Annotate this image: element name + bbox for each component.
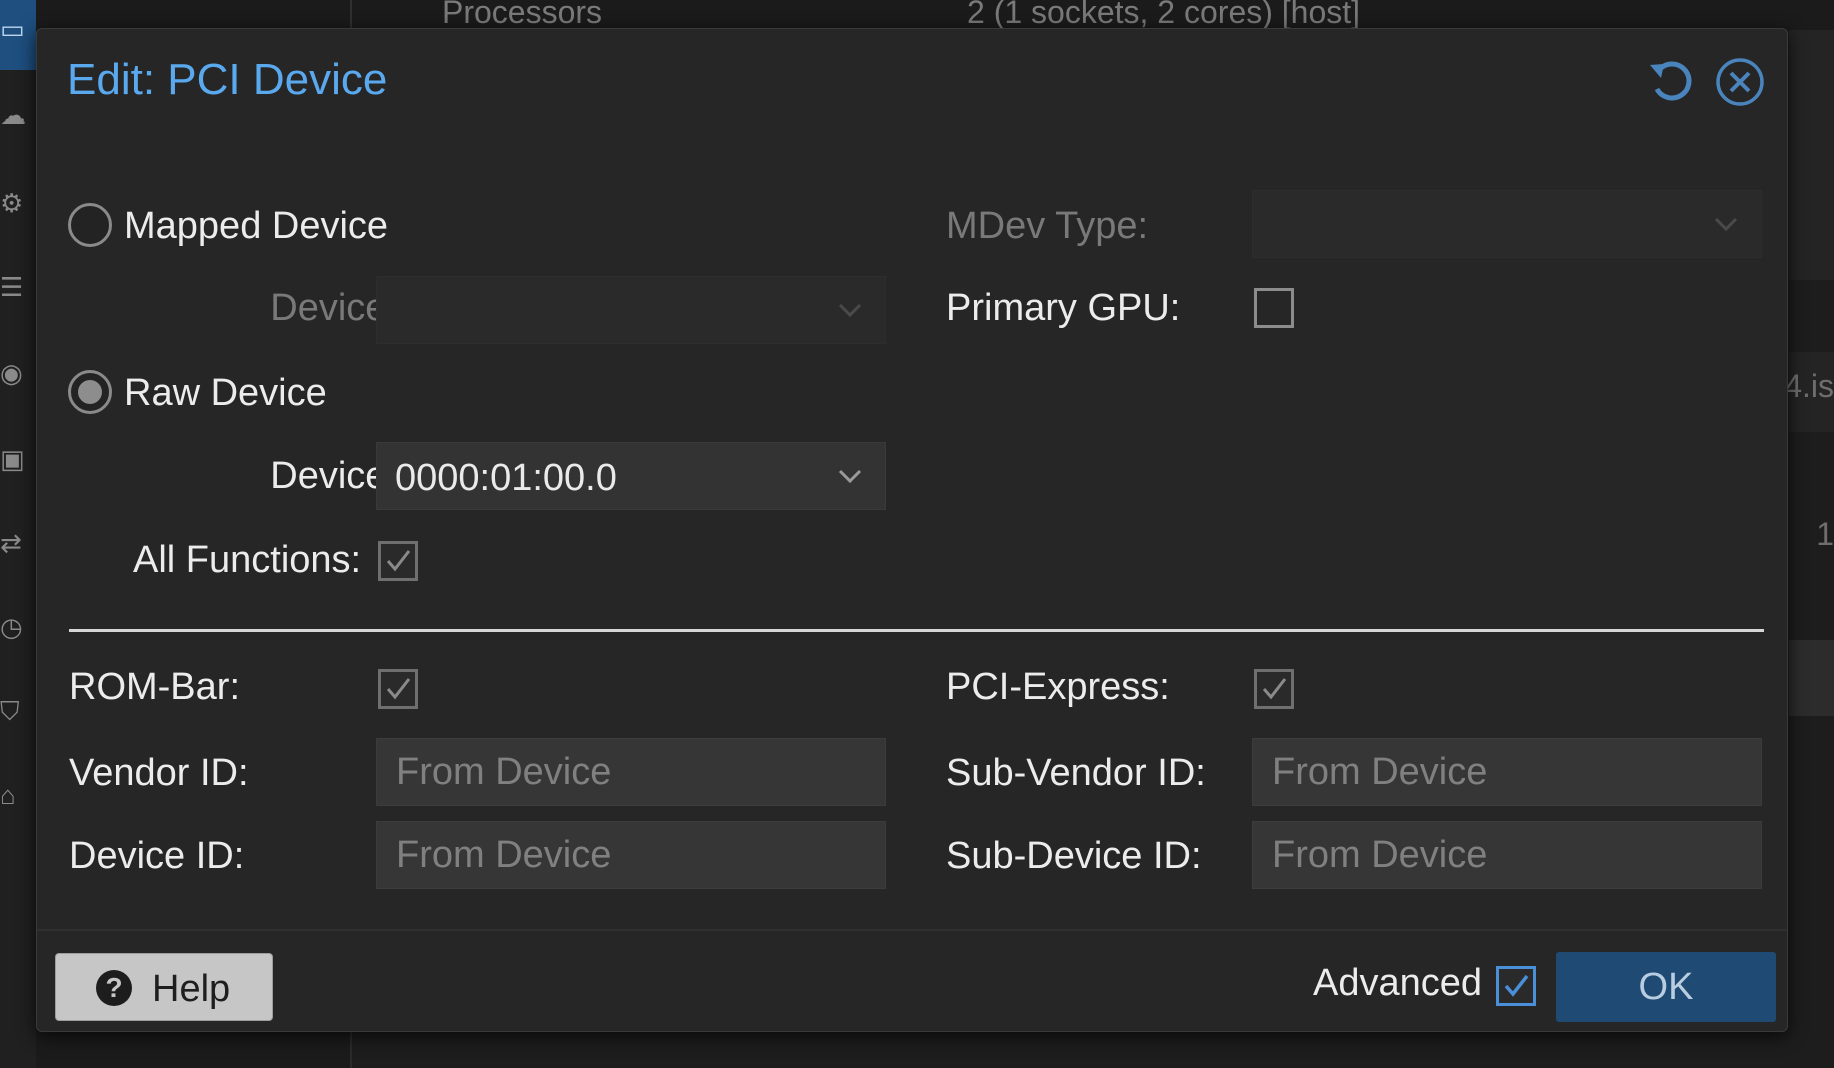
ok-button-label: OK	[1638, 966, 1694, 1008]
footer-separator	[37, 929, 1787, 931]
sub-vendor-id-field[interactable]	[1252, 738, 1762, 806]
background-top-row: Processors 2 (1 sockets, 2 cores) [host]	[350, 0, 1834, 30]
checkmark-icon	[1504, 974, 1529, 997]
vendor-id-field[interactable]	[376, 738, 886, 806]
shield-icon[interactable]: ⛉	[0, 696, 30, 726]
mapped-device-select[interactable]	[376, 276, 886, 344]
close-icon[interactable]	[1714, 56, 1766, 108]
advanced-divider	[69, 629, 1764, 632]
help-button[interactable]: ? Help	[55, 953, 273, 1021]
cloud-icon[interactable]: ☁	[0, 100, 30, 130]
help-button-label: Help	[152, 968, 231, 1010]
list-icon[interactable]: ☰	[0, 272, 30, 302]
history-icon[interactable]: ◷	[0, 612, 30, 642]
device-id-input[interactable]	[377, 822, 885, 888]
checkmark-icon	[386, 678, 411, 700]
chevron-down-icon	[1711, 209, 1741, 239]
raw-device-label: Raw Device	[124, 372, 327, 414]
gear-icon[interactable]: ⚙	[0, 188, 30, 218]
raw-device-field-label: Device:	[270, 455, 397, 497]
device-id-label: Device ID:	[69, 835, 245, 877]
sub-vendor-id-input[interactable]	[1253, 739, 1761, 805]
dialog-header: Edit: PCI Device	[37, 29, 1787, 134]
question-icon: ?	[96, 970, 132, 1006]
background-sidebar: ▭ ☁ ⚙ ☰ ◉ ▣ ⇄ ◷ ⛉ ⌂	[0, 0, 36, 1068]
rombar-checkbox[interactable]	[378, 669, 418, 709]
raw-device-value: 0000:01:00.0	[395, 457, 617, 499]
edit-pci-device-dialog: Edit: PCI Device Mapped Device Device: R…	[36, 28, 1788, 1032]
pcie-checkbox[interactable]	[1254, 669, 1294, 709]
mapped-device-label: Mapped Device	[124, 205, 389, 247]
primary-gpu-label: Primary GPU:	[946, 287, 1181, 329]
bg-row-value: 2 (1 sockets, 2 cores) [host]	[967, 0, 1361, 30]
chevron-down-icon	[835, 461, 865, 491]
save-icon[interactable]: ▣	[0, 444, 30, 474]
rombar-label: ROM-Bar:	[69, 666, 240, 708]
bg-fragment: 1	[1816, 516, 1834, 552]
pcie-label: PCI-Express:	[946, 666, 1170, 708]
monitor-icon[interactable]: ▭	[0, 14, 30, 44]
all-functions-label: All Functions:	[133, 539, 362, 581]
migrate-icon[interactable]: ⇄	[0, 528, 30, 558]
mdev-type-select[interactable]	[1252, 190, 1762, 258]
device-id-field[interactable]	[376, 821, 886, 889]
mapped-device-radio[interactable]	[68, 203, 112, 247]
sub-device-id-input[interactable]	[1253, 822, 1761, 888]
sub-device-id-label: Sub-Device ID:	[946, 835, 1202, 877]
vendor-id-input[interactable]	[377, 739, 885, 805]
reset-icon[interactable]	[1645, 56, 1697, 108]
sub-device-id-field[interactable]	[1252, 821, 1762, 889]
eye-icon[interactable]: ◉	[0, 358, 30, 388]
background-strip	[1789, 30, 1834, 280]
raw-device-select[interactable]: 0000:01:00.0	[376, 442, 886, 510]
primary-gpu-checkbox[interactable]	[1254, 288, 1294, 328]
dialog-title: Edit: PCI Device	[67, 55, 388, 104]
raw-device-radio[interactable]	[68, 370, 112, 414]
advanced-checkbox[interactable]	[1496, 966, 1536, 1006]
background-selected-row	[1789, 640, 1834, 716]
chevron-down-icon	[835, 295, 865, 325]
unlock-icon[interactable]: ⌂	[0, 780, 30, 810]
vendor-id-label: Vendor ID:	[69, 752, 249, 794]
checkmark-icon	[1262, 678, 1287, 700]
bg-fragment: 4.is	[1784, 368, 1834, 404]
all-functions-checkbox[interactable]	[378, 541, 418, 581]
sub-vendor-id-label: Sub-Vendor ID:	[946, 752, 1206, 794]
mdev-type-label: MDev Type:	[946, 205, 1149, 247]
ok-button[interactable]: OK	[1556, 952, 1776, 1022]
bg-row-label: Processors	[442, 0, 603, 30]
mapped-device-field-label: Device:	[270, 287, 397, 329]
advanced-label: Advanced	[1313, 962, 1483, 1004]
checkmark-icon	[386, 550, 411, 572]
